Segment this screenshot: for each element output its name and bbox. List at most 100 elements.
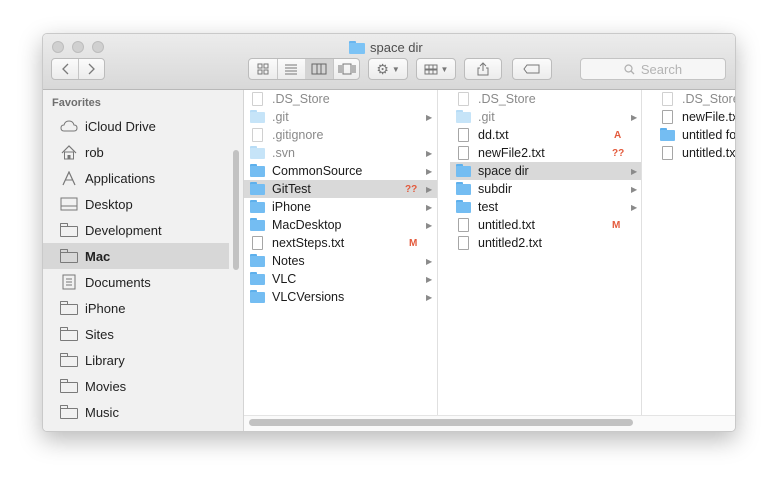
sidebar-item-sites[interactable]: Sites — [43, 321, 229, 347]
document-icon — [662, 146, 673, 160]
folder-icon — [456, 110, 471, 124]
folder-row[interactable]: VLC ▶ — [244, 270, 437, 288]
folder-icon — [60, 404, 78, 420]
folder-row-selected[interactable]: GitTest ?? ▶ — [244, 180, 437, 198]
forward-button[interactable] — [79, 59, 105, 79]
sidebar-item-label: Desktop — [85, 196, 133, 212]
folder-name: .svn — [272, 146, 295, 160]
folder-row[interactable]: .git ▶ — [450, 108, 641, 126]
window-title: space dir — [349, 39, 423, 55]
file-row[interactable]: newFile.txt — [654, 108, 735, 126]
sidebar-item-label: Applications — [85, 170, 156, 186]
file-row[interactable]: dd.txt A — [450, 126, 641, 144]
folder-name: space dir — [478, 164, 529, 178]
document-icon — [662, 110, 673, 124]
disclosure-arrow-icon: ▶ — [426, 202, 433, 212]
sidebar-item-music[interactable]: Music — [43, 399, 229, 425]
folder-name: Notes — [272, 254, 305, 268]
sidebar-item-documents[interactable]: Documents — [43, 269, 229, 295]
file-row[interactable]: .DS_Store — [654, 90, 735, 108]
share-button[interactable] — [464, 58, 502, 80]
sidebar-item-movies[interactable]: Movies — [43, 373, 229, 399]
folder-row-selected[interactable]: space dir ▶ — [450, 162, 641, 180]
git-status-badge: ?? — [612, 147, 625, 159]
arrange-menu-button[interactable]: ▼ — [416, 58, 456, 80]
file-name: newFile2.txt — [478, 146, 545, 160]
sidebar-scrollbar[interactable] — [233, 150, 239, 270]
folder-name: subdir — [478, 182, 513, 196]
icon-view-icon — [257, 63, 269, 75]
folder-row[interactable]: .git ▶ — [244, 108, 437, 126]
window-title-text: space dir — [370, 39, 423, 55]
disclosure-arrow-icon: ▶ — [631, 202, 638, 212]
folder-icon — [660, 128, 675, 142]
folder-icon — [349, 40, 365, 54]
sidebar-item-label: rob — [85, 144, 104, 160]
desktop-icon — [60, 196, 78, 212]
sidebar-item-applications[interactable]: Applications — [43, 165, 229, 191]
file-row[interactable]: .DS_Store — [244, 90, 437, 108]
file-name: .DS_Store — [478, 92, 536, 106]
file-row[interactable]: .gitignore — [244, 126, 437, 144]
folder-row[interactable]: test ▶ — [450, 198, 641, 216]
folder-icon — [456, 182, 471, 196]
file-row[interactable]: untitled.txt M — [450, 216, 641, 234]
folder-row[interactable]: subdir ▶ — [450, 180, 641, 198]
sidebar-item-rob[interactable]: rob — [43, 139, 229, 165]
minimize-window-button[interactable] — [72, 41, 84, 53]
folder-row[interactable]: Notes ▶ — [244, 252, 437, 270]
search-placeholder: Search — [640, 61, 683, 77]
tag-button[interactable] — [512, 58, 552, 80]
git-status-badge: ?? — [405, 183, 418, 195]
folder-icon — [250, 218, 265, 232]
git-status-badge: M — [409, 237, 418, 249]
action-menu-button[interactable]: ⚙ ▼ — [368, 58, 408, 80]
git-status-badge: A — [614, 129, 622, 141]
zoom-window-button[interactable] — [92, 41, 104, 53]
cover-flow-icon — [338, 63, 355, 75]
sidebar-item-library[interactable]: Library — [43, 347, 229, 373]
file-name: nextSteps.txt — [272, 236, 345, 250]
cover-flow-button[interactable] — [333, 59, 360, 79]
icon-view-button[interactable] — [249, 59, 278, 79]
documents-icon — [60, 274, 78, 290]
back-forward-buttons — [51, 58, 105, 80]
file-row[interactable]: nextSteps.txt M — [244, 234, 437, 252]
back-button[interactable] — [52, 59, 79, 79]
folder-icon — [250, 164, 265, 178]
sidebar-item-desktop[interactable]: Desktop — [43, 191, 229, 217]
folder-name: VLC — [272, 272, 297, 286]
browser-column-2: .DS_Store .git ▶ dd.txt A newFile2.txt ?… — [450, 90, 642, 415]
file-row[interactable]: newFile2.txt ?? — [450, 144, 641, 162]
file-row[interactable]: untitled2.txt — [450, 234, 641, 252]
search-icon — [624, 63, 635, 74]
browser-column-3: .DS_Store newFile.txt untitled folder un… — [654, 90, 735, 415]
file-row[interactable]: .DS_Store — [450, 90, 641, 108]
list-view-button[interactable] — [277, 59, 306, 79]
folder-row[interactable]: iPhone ▶ — [244, 198, 437, 216]
file-name: .gitignore — [272, 128, 324, 142]
disclosure-arrow-icon: ▶ — [426, 166, 433, 176]
horizontal-scrollbar[interactable] — [249, 419, 633, 426]
folder-icon — [250, 110, 265, 124]
folder-row[interactable]: untitled folder — [654, 126, 735, 144]
sidebar-item-mac[interactable]: Mac — [43, 243, 229, 269]
search-field[interactable]: Search — [580, 58, 726, 80]
share-content — [465, 59, 501, 79]
file-row[interactable]: untitled.txt — [654, 144, 735, 162]
sidebar-item-label: Development — [85, 222, 162, 238]
folder-row[interactable]: CommonSource ▶ — [244, 162, 437, 180]
sidebar-item-iphone[interactable]: iPhone — [43, 295, 229, 321]
sidebar-item-label: Movies — [85, 378, 127, 394]
column-view-button[interactable] — [305, 59, 334, 79]
disclosure-arrow-icon: ▶ — [426, 184, 433, 194]
disclosure-arrow-icon: ▶ — [631, 112, 638, 122]
sidebar-item-development[interactable]: Development — [43, 217, 229, 243]
folder-row[interactable]: .svn ▶ — [244, 144, 437, 162]
close-window-button[interactable] — [52, 41, 64, 53]
folder-row[interactable]: MacDesktop ▶ — [244, 216, 437, 234]
sidebar-item-icloud-drive[interactable]: iCloud Drive — [43, 113, 229, 139]
folder-row[interactable]: VLCVersions ▶ — [244, 288, 437, 306]
action-content: ⚙ ▼ — [369, 59, 407, 79]
folder-name: MacDesktop — [272, 218, 342, 232]
